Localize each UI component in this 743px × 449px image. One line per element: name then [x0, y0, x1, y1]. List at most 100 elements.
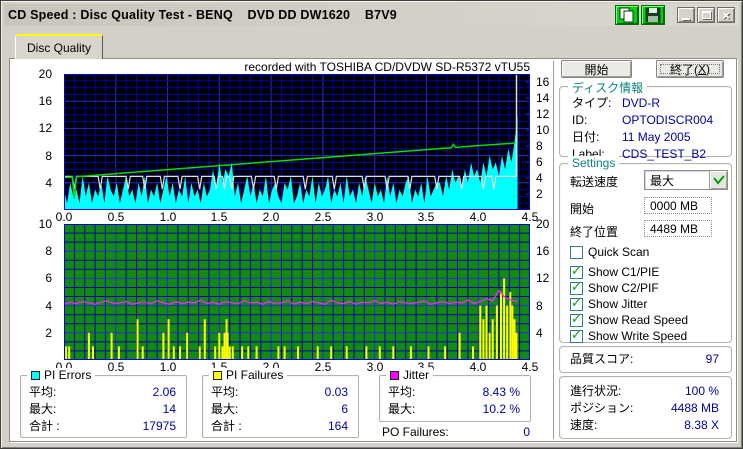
axis-tick-label: 2.0: [262, 210, 280, 224]
top-chart-left-axis: 4 8 12 16 20: [18, 67, 58, 210]
disc-info-group: ディスク情報 タイプ: DVD-R ID: OPTODISCR004 日付: 11 M…: [559, 79, 732, 161]
jitter-legend: Jitter: [386, 368, 434, 382]
stat-row: 平均: 8.43 %: [388, 385, 520, 399]
po-failures-row: PO Failures: 0: [382, 425, 530, 439]
axis-tick-label: 20: [536, 217, 550, 231]
progress-box: 進行状況: 100 % ポジション: 4488 MB 速度: 8.38 X: [559, 376, 732, 439]
axis-tick-label: 20: [38, 67, 52, 81]
minimize-button[interactable]: [677, 7, 695, 23]
axis-tick-label: 4: [536, 326, 543, 340]
tab-label: Disc Quality: [26, 40, 91, 55]
pi-failures-swatch: [213, 370, 222, 380]
window-title: CD Speed : Disc Quality Test - BENQ DVD …: [8, 8, 397, 22]
tab-disc-quality[interactable]: Disc Quality: [15, 34, 103, 59]
save-icon[interactable]: [641, 5, 665, 25]
settings-group: Settings 転送速度 最大 開始 0000 MB 終了位置 4489 MB…: [559, 156, 732, 343]
axis-tick-label: 2: [536, 187, 543, 201]
axis-tick-label: 8: [45, 149, 52, 163]
pi-failures-title: PI Failures: [226, 368, 284, 382]
titlebar: CD Speed : Disc Quality Test - BENQ DVD …: [4, 4, 739, 26]
disc-info-row: タイプ: DVD-R: [572, 96, 660, 110]
panel-divider: [553, 61, 555, 439]
axis-tick-label: 1.5: [210, 210, 228, 224]
stat-row: 合計 :17975: [29, 419, 176, 433]
exit-button[interactable]: 終了(X): [656, 60, 724, 78]
chevron-down-icon[interactable]: [709, 171, 727, 189]
floppy-disk-icon: [645, 7, 661, 23]
axis-tick-label: 3.5: [417, 210, 435, 224]
axis-tick-label: 8: [536, 139, 543, 153]
close-icon: ×: [722, 7, 730, 23]
top-chart-x-axis: 0.0 0.5 1.0 1.5 2.0 2.5 3.0 3.5 4.0 4.5: [56, 210, 539, 224]
bottom-chart-right-axis: 4 8 12 16 20: [532, 217, 560, 360]
axis-tick-label: 4: [45, 176, 52, 190]
start-button[interactable]: 開始: [561, 60, 632, 78]
jitter-title: Jitter: [403, 368, 430, 382]
end-position-field[interactable]: 4489 MB: [644, 220, 712, 237]
position-row: ポジション: 4488 MB: [570, 401, 719, 415]
disc-info-row: 日付: 11 May 2005: [572, 130, 691, 144]
speed-row: 速度: 8.38 X: [570, 418, 719, 432]
check-icon: ✓: [571, 310, 582, 326]
axis-tick-label: 0.0: [55, 210, 73, 224]
check-icon: ✓: [571, 262, 582, 278]
progress-row: 進行状況: 100 %: [570, 384, 719, 398]
axis-tick-label: 4: [536, 171, 543, 185]
axis-tick-label: 6: [536, 155, 543, 169]
check-icon: ✓: [571, 294, 582, 310]
checkbox-show-jitter[interactable]: ✓ Show Jitter: [570, 294, 647, 311]
axis-tick-label: 2.5: [314, 360, 332, 374]
checkbox-show-c1-pie[interactable]: ✓ Show C1/PIE: [570, 262, 659, 279]
pi-failures-legend: PI Failures: [209, 368, 288, 382]
bottom-chart-x-axis: 0.0 0.5 1.0 1.5 2.0 2.5 3.0 3.5 4.0 4.5: [56, 360, 539, 374]
axis-tick-label: 4.0: [469, 210, 487, 224]
pi-errors-swatch: [31, 370, 40, 380]
axis-tick-label: 4.5: [521, 360, 539, 374]
axis-tick-label: 1.0: [159, 210, 177, 224]
axis-tick-label: 0.5: [107, 360, 125, 374]
close-button[interactable]: ×: [717, 7, 735, 23]
pi-errors-title: PI Errors: [44, 368, 92, 382]
maximize-icon: [701, 11, 711, 19]
quality-score-row: 品質スコア: 97: [570, 352, 719, 366]
jitter-box: Jitter 平均: 8.43 % 最大: 10.2 %: [379, 368, 531, 422]
top-chart: [63, 73, 530, 210]
axis-tick-label: 3.0: [366, 360, 384, 374]
tab-page: recorded with TOSHIBA CD/DVDW SD-R5372 v…: [9, 58, 737, 442]
speed-select[interactable]: 最大: [644, 170, 728, 190]
checkbox-show-read-speed[interactable]: ✓ Show Read Speed: [570, 310, 688, 327]
checkbox-quick-scan[interactable]: ✓ Quick Scan: [570, 245, 649, 259]
axis-tick-label: 0.5: [107, 210, 125, 224]
copy-pages-icon: [619, 7, 634, 23]
axis-tick-label: 12: [536, 271, 550, 285]
settings-caption: Settings: [568, 156, 620, 170]
stat-row: 最大: 10.2 %: [388, 402, 520, 416]
jitter-swatch: [390, 370, 399, 380]
app-window: CD Speed : Disc Quality Test - BENQ DVD …: [0, 0, 743, 449]
pi-errors-legend: PI Errors: [27, 368, 96, 382]
check-icon: ✓: [571, 278, 582, 294]
axis-tick-label: 4: [45, 299, 52, 313]
axis-tick-label: 16: [536, 75, 550, 89]
axis-tick-label: 3.0: [366, 210, 384, 224]
titlebar-buttons: ×: [615, 5, 735, 25]
checkbox-show-write-speed[interactable]: ✓ Show Write Speed: [570, 328, 687, 343]
start-position-field[interactable]: 0000 MB: [644, 197, 712, 214]
stat-row: 合計 :164: [211, 419, 348, 433]
copy-icon[interactable]: [615, 5, 639, 25]
axis-tick-label: 12: [536, 107, 550, 121]
axis-tick-label: 2: [45, 326, 52, 340]
axis-tick-label: 8: [45, 244, 52, 258]
maximize-button[interactable]: [697, 7, 715, 23]
axis-tick-label: 12: [38, 121, 52, 135]
axis-tick-label: 2.5: [314, 210, 332, 224]
axis-tick-label: 14: [536, 91, 550, 105]
checkbox-show-c2-pif[interactable]: ✓ Show C2/PIF: [570, 278, 659, 295]
disc-info-caption: ディスク情報: [568, 79, 648, 96]
axis-tick-label: 6: [45, 271, 52, 285]
disc-info-row: ID: OPTODISCR004: [572, 113, 714, 127]
minimize-icon: [682, 18, 690, 20]
stat-row: 平均: 2.06: [29, 385, 176, 399]
window-controls: ×: [677, 7, 735, 23]
bottom-chart-left-axis: 2 4 6 8 10: [18, 217, 58, 360]
